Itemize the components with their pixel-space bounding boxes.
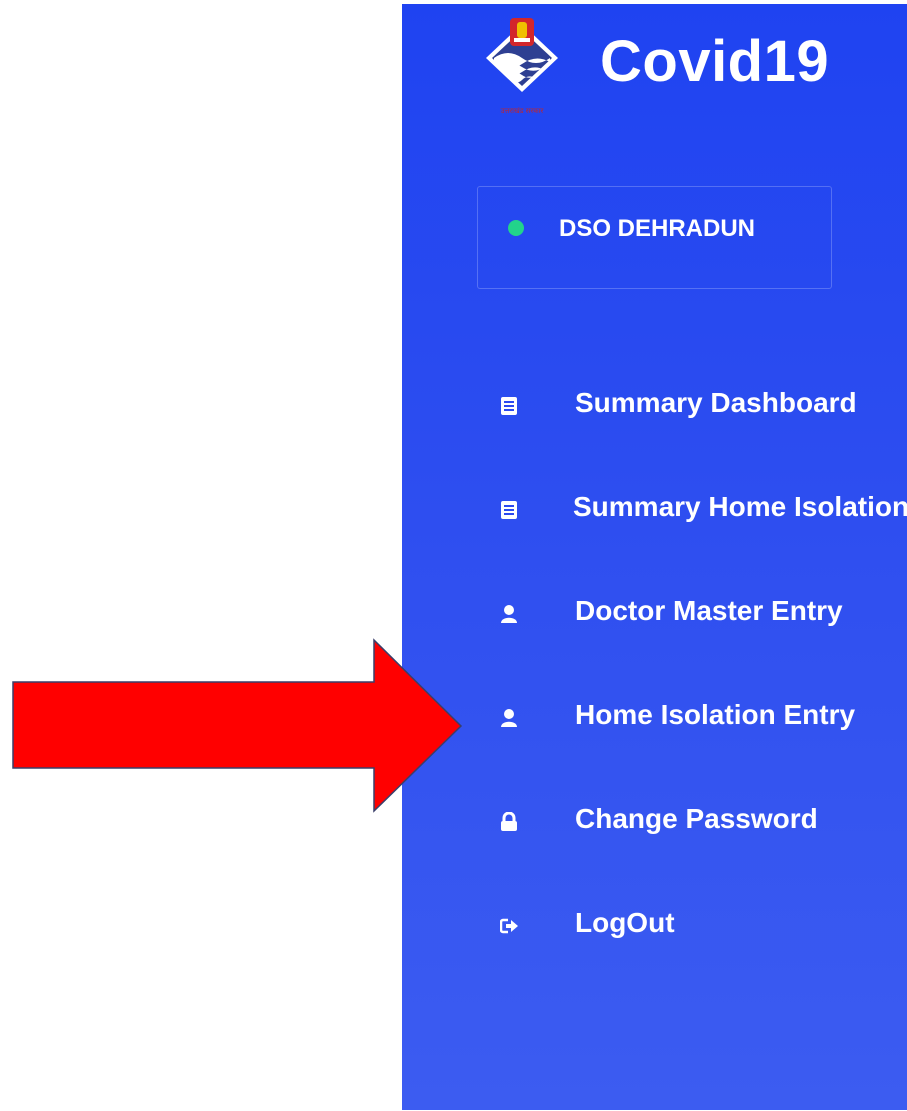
- menu-item-change-password[interactable]: Change Password: [402, 785, 907, 889]
- menu-label: Change Password: [575, 803, 818, 834]
- user-icon: [501, 709, 517, 727]
- document-list-icon: [501, 501, 517, 519]
- menu-item-summary-dashboard[interactable]: Summary Dashboard: [402, 369, 907, 473]
- uttarakhand-emblem-icon: उत्तराखंड सरकार: [486, 18, 558, 115]
- user-icon: [501, 605, 517, 623]
- menu-item-summary-home-isolation[interactable]: Summary Home Isolation: [402, 473, 907, 577]
- menu-label: Home Isolation Entry: [575, 699, 856, 730]
- online-status-dot: [508, 220, 524, 236]
- app-title: Covid19: [600, 29, 830, 94]
- menu-label: Doctor Master Entry: [575, 595, 843, 626]
- lock-icon: [501, 812, 517, 831]
- screenshot-page: उत्तराखंड सरकार Covid19 DSO DEHRADUN Sum…: [0, 0, 907, 1111]
- menu-label: LogOut: [575, 907, 675, 938]
- user-name: DSO DEHRADUN: [559, 215, 756, 242]
- sidebar: उत्तराखंड सरकार Covid19 DSO DEHRADUN Sum…: [402, 4, 907, 1110]
- user-card: DSO DEHRADUN: [477, 186, 832, 289]
- menu-item-logout[interactable]: LogOut: [402, 889, 907, 993]
- document-list-icon: [501, 397, 517, 415]
- menu-label: Summary Home Isolation: [573, 491, 907, 522]
- logo-caption: उत्तराखंड सरकार: [501, 107, 544, 115]
- red-arrow-pointer: [12, 638, 463, 813]
- sidebar-menu: Summary Dashboard Summary Home Isolation…: [402, 369, 907, 993]
- menu-item-doctor-master-entry[interactable]: Doctor Master Entry: [402, 577, 907, 681]
- menu-label: Summary Dashboard: [575, 387, 857, 418]
- brand-header: उत्तराखंड सरकार Covid19: [470, 14, 890, 124]
- menu-item-home-isolation-entry[interactable]: Home Isolation Entry: [402, 681, 907, 785]
- logout-icon: [500, 918, 518, 934]
